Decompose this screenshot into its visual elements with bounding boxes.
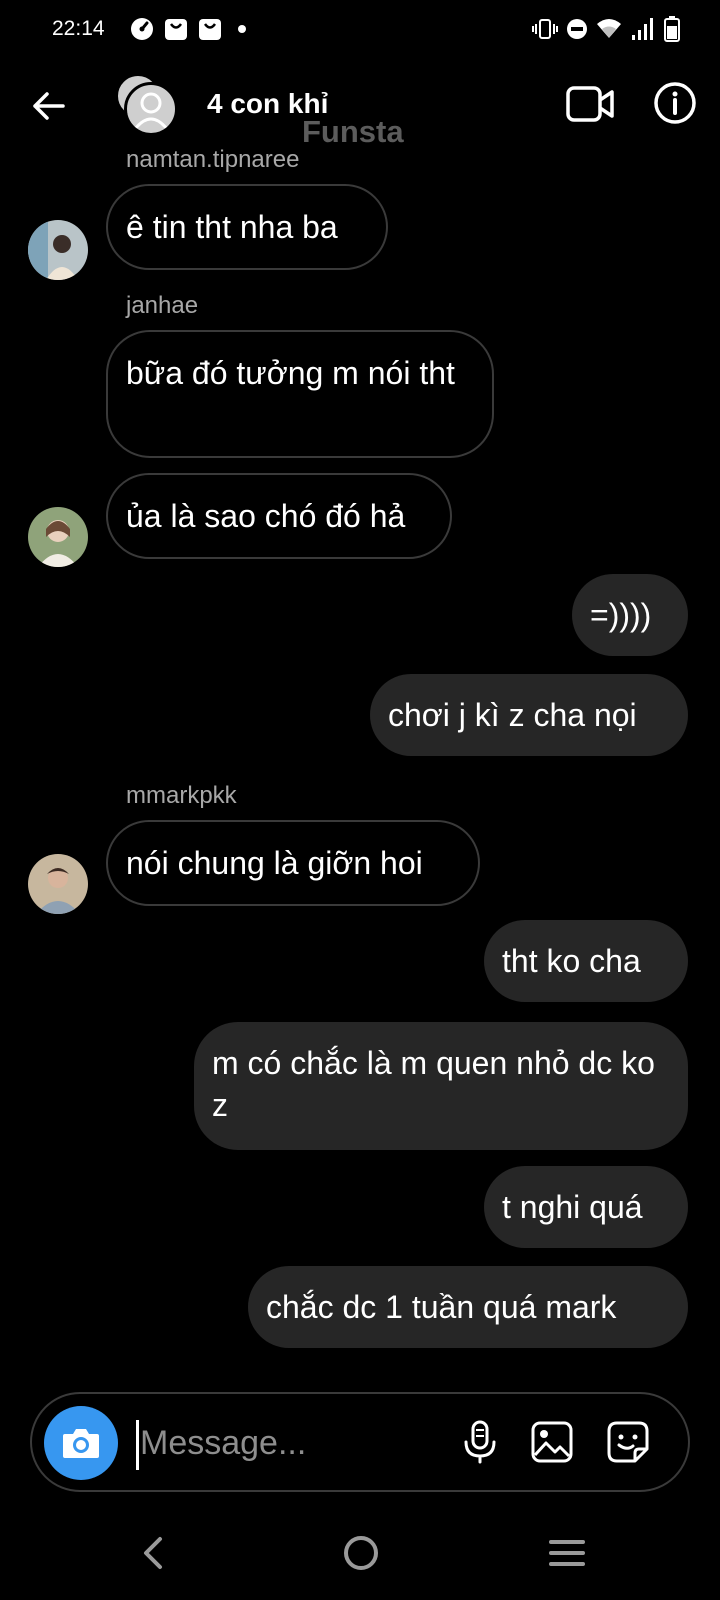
- gallery-button[interactable]: [528, 1418, 576, 1466]
- avatar[interactable]: [28, 220, 88, 280]
- arrow-left-icon: [33, 92, 65, 120]
- message-bubble-incoming[interactable]: ê tin tht nha ba: [106, 184, 388, 270]
- microphone-button[interactable]: [456, 1418, 504, 1466]
- system-icons: [532, 16, 680, 42]
- avatar[interactable]: [28, 854, 88, 914]
- sticker-icon: [607, 1421, 649, 1463]
- user-silhouette-icon: [133, 92, 169, 130]
- info-button[interactable]: [652, 80, 698, 126]
- message-text: ủa là sao chó đó hả: [126, 498, 406, 534]
- avatar[interactable]: [28, 507, 88, 567]
- shopping-bag-icon: [199, 19, 221, 40]
- camera-icon: [63, 1429, 99, 1458]
- message-composer: [30, 1392, 690, 1492]
- message-bubble-incoming[interactable]: nói chung là giỡn hoi: [106, 820, 480, 906]
- dot-icon: [238, 25, 246, 33]
- message-text: t nghi quá: [502, 1189, 643, 1225]
- nav-back-button[interactable]: [128, 1528, 178, 1578]
- sender-name: janhae: [126, 292, 199, 319]
- message-text: nói chung là giỡn hoi: [126, 845, 423, 881]
- avatar-photo: [28, 854, 88, 914]
- message-text: chơi j kì z cha nọi: [388, 697, 637, 733]
- avatar-photo: [28, 220, 88, 280]
- message-text: m có chắc là m quen nhỏ dc ko z: [212, 1045, 655, 1123]
- message-text: =)))): [590, 597, 652, 633]
- group-avatar[interactable]: [116, 74, 180, 138]
- image-icon: [531, 1421, 573, 1463]
- sticker-button[interactable]: [604, 1418, 652, 1466]
- watermark-subtitle: Funsta: [302, 114, 404, 149]
- speedometer-icon: [131, 18, 153, 40]
- nav-home-button[interactable]: [336, 1528, 386, 1578]
- message-bubble-incoming[interactable]: bữa đó tưởng m nói tht: [106, 330, 494, 458]
- sender-name: mmarkpkk: [126, 782, 237, 809]
- message-bubble-outgoing[interactable]: tht ko cha: [484, 920, 688, 1002]
- message-bubble-outgoing[interactable]: chơi j kì z cha nọi: [370, 674, 688, 756]
- battery-icon: [664, 16, 680, 42]
- system-nav-bar: [0, 1506, 720, 1600]
- avatar-placeholder: [124, 82, 178, 136]
- message-input[interactable]: [140, 1412, 440, 1474]
- message-bubble-outgoing[interactable]: =)))): [572, 574, 688, 656]
- message-bubble-incoming[interactable]: ủa là sao chó đó hả: [106, 473, 452, 559]
- message-bubble-outgoing[interactable]: m có chắc là m quen nhỏ dc ko z: [194, 1022, 688, 1150]
- wifi-icon: [597, 19, 621, 38]
- home-circle-icon: [344, 1536, 378, 1570]
- notification-icons: [130, 17, 256, 41]
- shopping-bag-icon: [165, 19, 187, 40]
- video-camera-icon: [566, 86, 614, 122]
- status-bar: 22:14: [0, 0, 720, 60]
- info-icon: [654, 82, 696, 124]
- back-button[interactable]: [26, 84, 70, 128]
- signal-icon: [632, 18, 653, 40]
- text-cursor: [136, 1420, 139, 1470]
- message-bubble-outgoing[interactable]: chắc dc 1 tuần quá mark: [248, 1266, 688, 1348]
- message-thread[interactable]: namtan.tipnaree ê tin tht nha ba janhae …: [0, 146, 720, 1380]
- chevron-left-icon: [144, 1537, 162, 1569]
- video-call-button[interactable]: [566, 82, 616, 126]
- menu-icon: [549, 1540, 585, 1566]
- avatar-photo: [28, 507, 88, 567]
- message-text: chắc dc 1 tuần quá mark: [266, 1289, 617, 1325]
- message-text: tht ko cha: [502, 943, 641, 979]
- nav-recents-button[interactable]: [542, 1528, 592, 1578]
- camera-button[interactable]: [44, 1406, 118, 1480]
- message-text: ê tin tht nha ba: [126, 209, 338, 245]
- message-text: bữa đó tưởng m nói tht: [126, 355, 455, 391]
- status-time: 22:14: [52, 17, 105, 40]
- chat-header: 4 con khỉ Funsta: [0, 60, 720, 150]
- sender-name: namtan.tipnaree: [126, 146, 300, 173]
- message-bubble-outgoing[interactable]: t nghi quá: [484, 1166, 688, 1248]
- vibrate-icon: [532, 19, 558, 39]
- do-not-disturb-icon: [567, 19, 587, 39]
- microphone-icon: [464, 1420, 496, 1464]
